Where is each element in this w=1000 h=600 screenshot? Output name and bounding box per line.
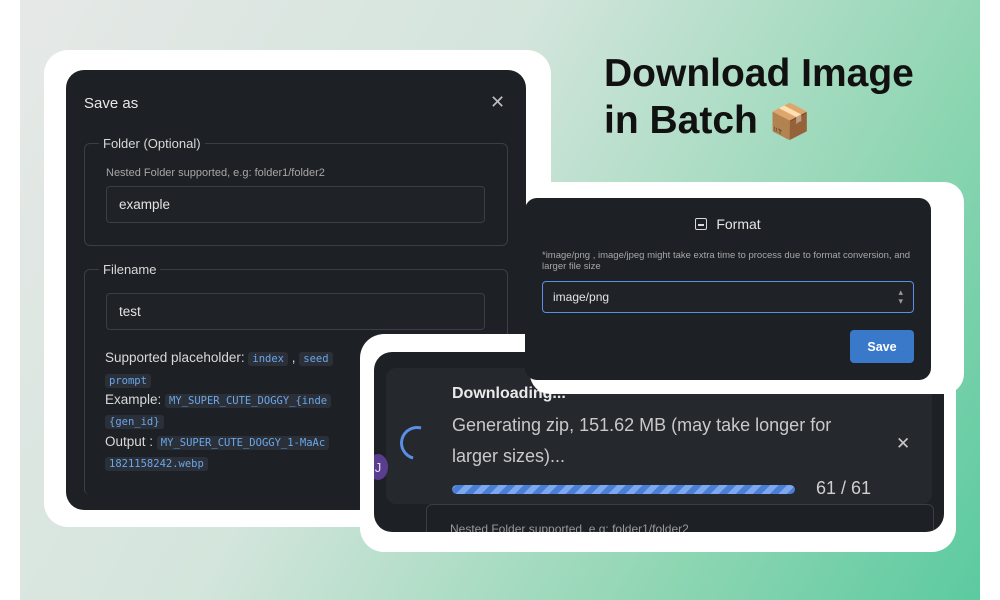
output-chip: MY_SUPER_CUTE_DOGGY_1-MaAc	[156, 436, 330, 450]
folder-input[interactable]: example	[106, 186, 485, 223]
format-title: Format	[525, 216, 931, 232]
save-as-title: Save as	[84, 95, 139, 112]
output-chip-file: 1821158242.webp	[105, 457, 208, 471]
placeholder-chip-prompt: prompt	[105, 374, 151, 388]
headline-line-1: Download Image	[604, 52, 914, 95]
placeholder-line-2: prompt	[105, 372, 151, 388]
close-icon[interactable]: ✕	[490, 92, 505, 113]
headline-line-2-text: in Batch	[604, 99, 758, 142]
headline: Download Image in Batch 📦	[604, 50, 964, 146]
save-disk-icon	[695, 218, 708, 230]
example-line: Example: MY_SUPER_CUTE_DOGGY_{inde	[105, 392, 332, 408]
loading-spinner-icon	[393, 419, 441, 467]
example-chip-gen-id: {gen_id}	[105, 415, 164, 429]
package-icon: 📦	[768, 102, 812, 142]
example-line-2: {gen_id}	[105, 413, 164, 429]
select-updown-icon: ▴ ▾	[898, 287, 903, 306]
format-dialog: Format *image/png , image/jpeg might tak…	[525, 198, 931, 380]
download-progress-fill	[452, 485, 795, 494]
download-message: Generating zip, 151.62 MB (may take long…	[452, 415, 832, 466]
close-icon[interactable]: ✕	[896, 434, 910, 454]
download-progress-bar	[452, 485, 795, 494]
placeholder-chip-index: index	[248, 352, 288, 366]
placeholder-chip-seed: seed	[299, 352, 333, 366]
filename-input[interactable]: test	[106, 293, 485, 330]
output-label: Output :	[105, 434, 154, 449]
filename-legend: Filename	[103, 262, 157, 277]
filename-input-value: test	[119, 304, 141, 319]
save-button[interactable]: Save	[850, 330, 914, 363]
placeholder-label: Supported placeholder:	[105, 350, 245, 365]
behind-hint: Nested Folder supported, e.g: folder1/fo…	[450, 522, 689, 532]
format-select-value: image/png	[553, 290, 610, 304]
placeholder-line: Supported placeholder: index , seed	[105, 350, 333, 366]
output-line-2: 1821158242.webp	[105, 455, 208, 471]
promo-canvas: Download Image in Batch 📦 Save as ✕ Fold…	[20, 0, 980, 600]
headline-line-2: in Batch 📦	[604, 97, 964, 146]
download-count: 61 / 61	[816, 478, 872, 498]
folder-input-value: example	[119, 197, 171, 212]
example-label: Example:	[105, 392, 162, 407]
format-select[interactable]: image/png ▴ ▾	[542, 281, 914, 313]
format-title-text: Format	[716, 216, 761, 232]
output-line: Output : MY_SUPER_CUTE_DOGGY_1-MaAc	[105, 434, 330, 450]
avatar: J	[374, 454, 388, 480]
example-chip: MY_SUPER_CUTE_DOGGY_{inde	[165, 394, 332, 408]
folder-hint: Nested Folder supported, e.g: folder1/fo…	[106, 167, 325, 179]
format-note: *image/png , image/jpeg might take extra…	[542, 250, 911, 272]
folder-legend: Folder (Optional)	[103, 136, 201, 151]
